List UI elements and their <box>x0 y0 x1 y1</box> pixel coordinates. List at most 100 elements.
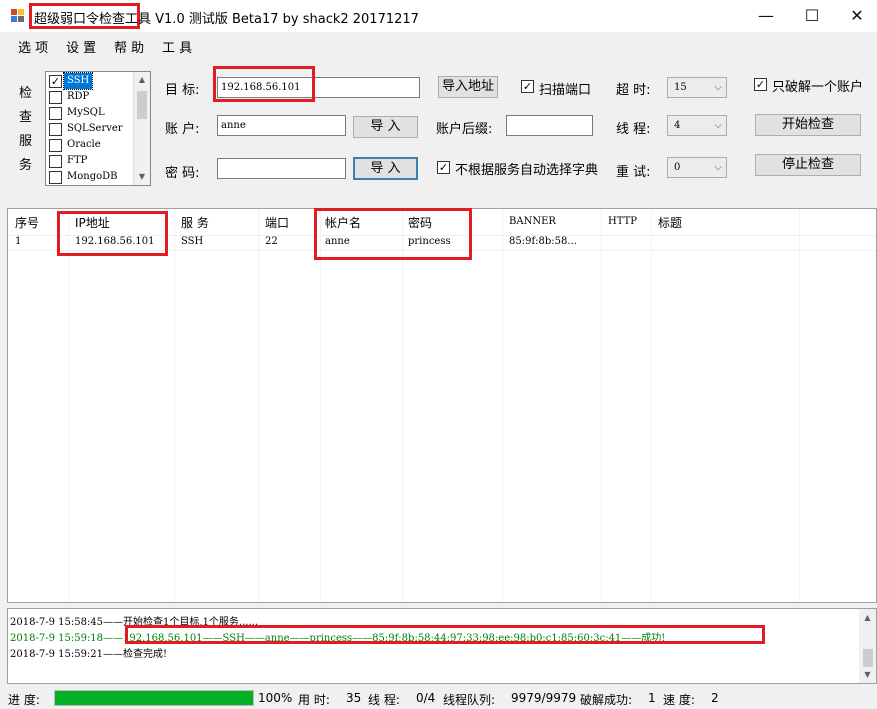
service-item-rdp[interactable]: RDP <box>48 89 135 105</box>
service-checkbox-sqlserver[interactable] <box>49 123 62 136</box>
threads-status-label: 线 程: <box>368 693 400 707</box>
log-box[interactable]: 2018-7-9 15:58:45——开始检查1个目标,1个服务...... 2… <box>7 608 877 684</box>
grid-column <box>175 209 259 602</box>
progress-percent: 100% <box>258 691 293 705</box>
grid-column <box>69 209 175 602</box>
queue-label: 线程队列: <box>443 693 496 707</box>
speed-label: 速 度: <box>663 693 695 707</box>
account-suffix-input[interactable] <box>506 115 593 136</box>
grid-column <box>403 209 503 602</box>
log-line: 2018-7-9 15:59:21——检查完成! <box>10 649 168 660</box>
account-suffix-label: 账户后缀: <box>436 122 493 137</box>
window-title-app: 超级弱口令检查工具 <box>34 12 152 27</box>
start-check-button[interactable]: 开始检查 <box>755 114 861 136</box>
col-header-index[interactable]: 序号 <box>15 214 39 231</box>
service-label-ssh: SSH <box>62 72 94 90</box>
service-checkbox-ftp[interactable] <box>49 155 62 168</box>
credentials-highlight <box>314 208 472 260</box>
threads-status-value: 0/4 <box>416 691 436 705</box>
service-item-sqlserver[interactable]: SQLServer <box>48 121 135 137</box>
scroll-thumb[interactable] <box>137 91 147 119</box>
scroll-down-icon[interactable]: ▼ <box>859 666 876 683</box>
service-label-mysql: MySQL <box>67 107 105 118</box>
password-label: 密 码: <box>165 166 200 181</box>
service-checkbox-oracle[interactable] <box>49 139 62 152</box>
threads-label: 线 程: <box>616 122 651 137</box>
no-auto-dict-label: 不根据服务自动选择字典 <box>455 163 599 178</box>
scan-port-checkbox[interactable]: ✓ <box>521 80 534 93</box>
import-password-button[interactable]: 导 入 <box>353 157 418 180</box>
window-title: 超级弱口令检查工具 V1.0 测试版 Beta17 by shack2 2017… <box>34 8 419 27</box>
scroll-thumb[interactable] <box>863 649 873 667</box>
account-input[interactable]: anne <box>217 115 346 136</box>
threads-value: 4 <box>674 120 681 131</box>
chevron-down-icon: ⌵ <box>714 162 722 173</box>
grid-column <box>321 209 403 602</box>
grid-column <box>503 209 602 602</box>
minimize-button[interactable]: — <box>743 0 789 32</box>
retry-label: 重 试: <box>616 165 651 180</box>
chevron-down-icon: ⌵ <box>714 82 722 93</box>
service-checkbox-mongodb[interactable] <box>49 171 62 184</box>
import-address-button[interactable]: 导入地址 <box>438 76 498 98</box>
grid-column <box>8 209 69 602</box>
service-item-oracle[interactable]: Oracle <box>48 137 135 153</box>
grid-column <box>652 209 800 602</box>
services-scrollbar[interactable]: ▲ ▼ <box>133 72 150 185</box>
timeout-label: 超 时: <box>616 83 651 98</box>
service-item-mongodb[interactable]: MongoDB <box>48 169 135 185</box>
chevron-down-icon: ⌵ <box>714 120 722 131</box>
stop-check-button[interactable]: 停止检查 <box>755 154 861 176</box>
log-scrollbar[interactable]: ▲ ▼ <box>859 609 876 683</box>
service-item-ftp[interactable]: FTP <box>48 153 135 169</box>
scroll-down-icon[interactable]: ▼ <box>134 169 150 185</box>
scroll-up-icon[interactable]: ▲ <box>134 72 150 88</box>
services-label-3: 服 <box>19 134 33 149</box>
menu-settings[interactable]: 设 置 <box>66 37 96 56</box>
results-grid[interactable]: 序号 IP地址 服 务 端口 帐户名 密码 BANNER HTTP 标题 1 1… <box>7 208 877 603</box>
col-header-title[interactable]: 标题 <box>658 214 682 231</box>
service-checkbox-mysql[interactable] <box>49 107 62 120</box>
menu-options[interactable]: 选 项 <box>18 37 48 56</box>
target-label: 目 标: <box>165 83 200 98</box>
service-label-ftp: FTP <box>67 155 88 166</box>
service-checkbox-ssh[interactable]: ✓ <box>49 75 62 88</box>
services-label-2: 查 <box>19 110 33 125</box>
service-label-sqlserver: SQLServer <box>67 123 123 134</box>
timeout-select[interactable]: 15 ⌵ <box>667 77 727 98</box>
scroll-up-icon[interactable]: ▲ <box>859 609 876 626</box>
import-account-button[interactable]: 导 入 <box>353 116 418 138</box>
progress-bar <box>54 690 254 706</box>
service-label-oracle: Oracle <box>67 139 101 150</box>
col-header-port[interactable]: 端口 <box>265 214 289 231</box>
service-item-ssh[interactable]: ✓ SSH <box>48 72 135 90</box>
app-icon <box>11 9 25 23</box>
col-header-banner[interactable]: BANNER <box>509 216 556 227</box>
scan-port-label: 扫描端口 <box>539 83 592 98</box>
service-checkbox-rdp[interactable] <box>49 91 62 104</box>
col-header-http[interactable]: HTTP <box>608 216 637 227</box>
queue-value: 9979/9979 <box>511 691 577 705</box>
threads-select[interactable]: 4 ⌵ <box>667 115 727 136</box>
cell-service: SSH <box>181 236 204 247</box>
password-input[interactable] <box>217 158 346 179</box>
progress-fill <box>55 691 253 705</box>
col-header-service[interactable]: 服 务 <box>181 214 209 231</box>
menu-help[interactable]: 帮 助 <box>114 37 144 56</box>
account-label: 账 户: <box>165 122 200 137</box>
maximize-button[interactable]: ☐ <box>789 0 835 32</box>
menu-tools[interactable]: 工 具 <box>162 37 192 56</box>
timeout-value: 15 <box>674 82 687 93</box>
close-button[interactable]: ✕ <box>834 0 877 32</box>
progress-label: 进 度: <box>8 693 40 707</box>
cell-banner: 85:9f:8b:58... <box>509 236 577 247</box>
service-item-mysql[interactable]: MySQL <box>48 105 135 121</box>
cell-index: 1 <box>15 236 22 247</box>
retry-select[interactable]: 0 ⌵ <box>667 157 727 178</box>
services-checklist[interactable]: ✓ SSH RDP MySQL SQLServer Oracle FTP Mon… <box>45 71 151 186</box>
only-one-checkbox[interactable]: ✓ <box>754 78 767 91</box>
log-success-highlight <box>125 625 765 644</box>
no-auto-dict-checkbox[interactable]: ✓ <box>437 161 450 174</box>
window-title-version: V1.0 测试版 Beta17 by shack2 20171217 <box>151 12 419 27</box>
success-value: 1 <box>648 691 656 705</box>
